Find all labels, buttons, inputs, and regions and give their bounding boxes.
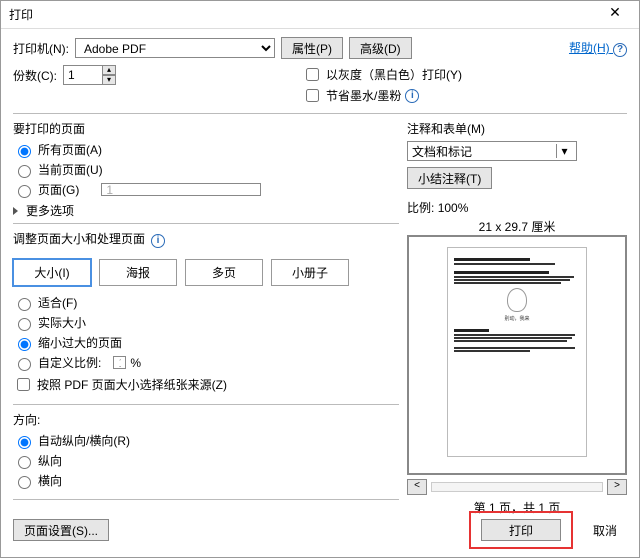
comments-select[interactable]: 文档和标记 ▾ — [407, 141, 577, 161]
printer-label: 打印机(N): — [13, 40, 69, 57]
orient-auto-radio[interactable] — [18, 436, 31, 449]
close-icon[interactable]: ✕ — [599, 4, 631, 26]
sizing-title: 调整页面大小和处理页面 — [13, 230, 145, 247]
cancel-button[interactable]: 取消 — [583, 519, 627, 541]
pages-all-radio[interactable] — [18, 145, 31, 158]
print-button[interactable]: 打印 — [481, 519, 561, 541]
orient-portrait-radio[interactable] — [18, 456, 31, 469]
actual-radio[interactable] — [18, 318, 31, 331]
copies-label: 份数(C): — [13, 67, 57, 84]
titlebar: 打印 ✕ — [1, 1, 639, 29]
page-setup-button[interactable]: 页面设置(S)... — [13, 519, 109, 541]
scale-label: 比例: — [407, 201, 434, 215]
tab-poster[interactable]: 海报 — [99, 259, 177, 286]
shrink-radio[interactable] — [18, 338, 31, 351]
custom-radio[interactable] — [18, 358, 31, 371]
properties-button[interactable]: 属性(P) — [281, 37, 343, 59]
copies-input[interactable] — [63, 65, 103, 85]
expand-icon[interactable] — [13, 207, 18, 215]
preview-dims: 21 x 29.7 厘米 — [407, 218, 627, 235]
help-icon: ? — [613, 43, 627, 57]
comments-title: 注释和表单(M) — [407, 120, 627, 137]
fit-radio[interactable] — [18, 298, 31, 311]
scale-value: 100% — [438, 201, 469, 215]
preview-prev-button[interactable]: < — [407, 479, 427, 495]
more-options[interactable]: 更多选项 — [26, 202, 74, 219]
chevron-down-icon: ▾ — [556, 144, 572, 158]
preview-page: 别动，我来 — [447, 247, 587, 457]
grayscale-checkbox[interactable] — [306, 68, 319, 81]
pages-title: 要打印的页面 — [13, 120, 399, 137]
preview-next-button[interactable]: > — [607, 479, 627, 495]
preview-scrollbar[interactable] — [431, 482, 603, 492]
tab-booklet[interactable]: 小册子 — [271, 259, 349, 286]
advanced-button[interactable]: 高级(D) — [349, 37, 412, 59]
orientation-title: 方向: — [13, 411, 399, 428]
by-pdf-checkbox[interactable] — [17, 378, 30, 391]
print-dialog: 打印 ✕ 打印机(N): Adobe PDF 属性(P) 高级(D) 帮助(H)… — [0, 0, 640, 558]
summary-button[interactable]: 小结注释(T) — [407, 167, 492, 189]
pages-range-input[interactable] — [101, 183, 261, 196]
printer-select[interactable]: Adobe PDF — [75, 38, 275, 58]
pages-range-radio[interactable] — [18, 185, 31, 198]
sizing-info-icon[interactable]: i — [151, 234, 165, 248]
copies-spinner[interactable]: ▴ ▾ — [63, 65, 116, 85]
print-highlight-box: 打印 — [469, 511, 573, 549]
custom-scale-input[interactable] — [113, 356, 126, 369]
grayscale-label: 以灰度（黑白色）打印(Y) — [326, 66, 462, 83]
dialog-title: 打印 — [9, 6, 599, 23]
copies-down[interactable]: ▾ — [102, 75, 116, 85]
saveink-checkbox[interactable] — [306, 89, 319, 102]
print-preview: 别动，我来 — [407, 235, 627, 475]
preview-thumbnail — [507, 288, 527, 312]
saveink-label: 节省墨水/墨粉 — [326, 87, 401, 104]
tab-size[interactable]: 大小(I) — [13, 259, 91, 286]
copies-up[interactable]: ▴ — [102, 65, 116, 75]
tab-multi[interactable]: 多页 — [185, 259, 263, 286]
pages-current-radio[interactable] — [18, 165, 31, 178]
help-link[interactable]: 帮助(H) ? — [569, 39, 627, 57]
percent-label: % — [130, 356, 141, 370]
orient-landscape-radio[interactable] — [18, 476, 31, 489]
info-icon[interactable]: i — [405, 89, 419, 103]
